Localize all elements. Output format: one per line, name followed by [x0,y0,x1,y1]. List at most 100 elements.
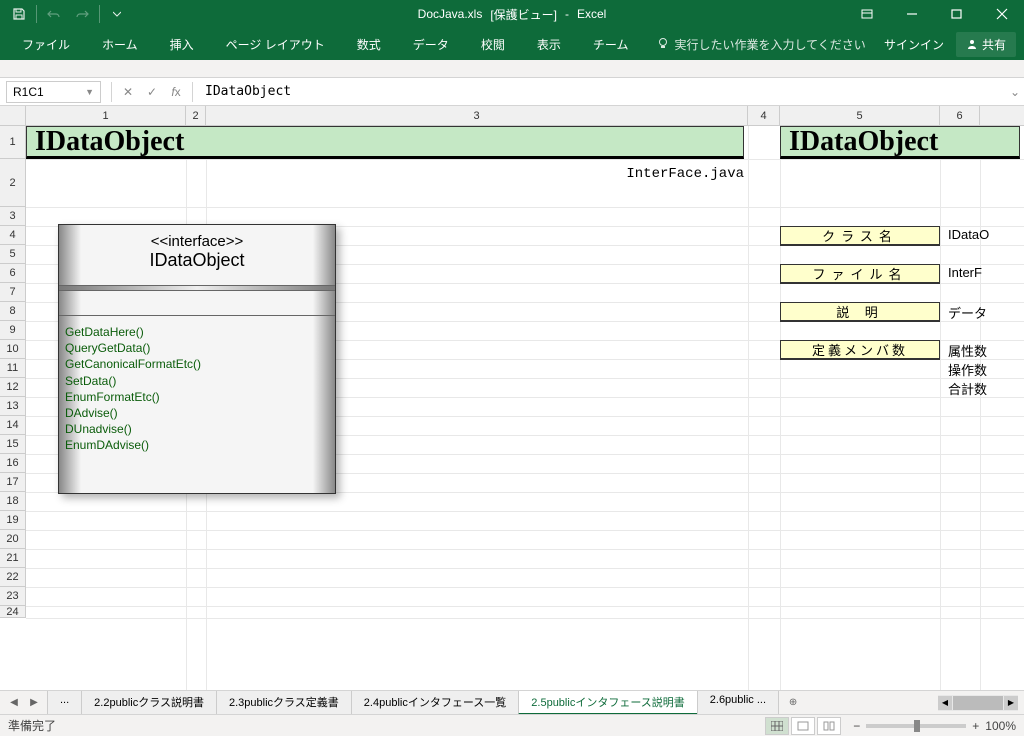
row-header[interactable]: 23 [0,587,25,606]
uml-methods: GetDataHere()QueryGetData()GetCanonicalF… [59,322,335,456]
sheet-tab[interactable]: 2.5publicインタフェース説明書 [518,691,697,715]
redo-button[interactable] [69,2,95,26]
spreadsheet-grid[interactable]: 123456 123456789101112131415161718192021… [0,106,1024,690]
zoom-out-button[interactable]: − [853,719,860,733]
page-layout-button[interactable] [791,717,815,735]
row-header[interactable]: 3 [0,207,25,226]
column-header[interactable]: 5 [780,106,940,125]
save-button[interactable] [6,2,32,26]
row-header[interactable]: 9 [0,321,25,340]
title-cell-right[interactable]: IDataObject [780,126,1020,159]
name-box[interactable]: R1C1 ▼ [6,81,101,103]
normal-view-button[interactable] [765,717,789,735]
row-header[interactable]: 5 [0,245,25,264]
window-controls [844,0,1024,28]
horizontal-scrollbar[interactable]: ◀ ▶ [938,695,1018,711]
page-break-button[interactable] [817,717,841,735]
share-button[interactable]: 共有 [956,32,1016,57]
row-header[interactable]: 11 [0,359,25,378]
sheet-tab[interactable]: 2.4publicインタフェース一覧 [351,691,519,715]
column-header[interactable]: 4 [748,106,780,125]
column-header[interactable]: 3 [206,106,748,125]
label-description[interactable]: 説 明 [780,302,940,322]
row-header[interactable]: 17 [0,473,25,492]
maximize-button[interactable] [934,0,979,28]
uml-class-name: IDataObject [59,250,335,271]
fx-button[interactable]: fx [164,81,188,103]
column-headers[interactable]: 123456 [26,106,1024,126]
close-button[interactable] [979,0,1024,28]
value-file-name[interactable]: InterF [944,264,986,281]
signin-link[interactable]: サインイン [884,36,944,53]
tab-view[interactable]: 表示 [523,30,575,59]
value-op-count[interactable]: 操作数 [944,359,991,380]
sheet-nav: ◀ ▶ [0,695,48,711]
value-description[interactable]: データ [944,302,991,323]
undo-button[interactable] [41,2,67,26]
tab-file[interactable]: ファイル [8,30,84,59]
row-header[interactable]: 13 [0,397,25,416]
row-header[interactable]: 18 [0,492,25,511]
column-header[interactable]: 1 [26,106,186,125]
formula-input[interactable] [197,81,1006,103]
sheet-tab[interactable]: ... [47,691,82,715]
row-header[interactable]: 19 [0,511,25,530]
row-header[interactable]: 15 [0,435,25,454]
zoom-in-button[interactable]: + [972,719,979,733]
value-class-name[interactable]: IDataO [944,226,993,243]
filename-cell[interactable]: InterFace.java [206,166,744,182]
sheet-nav-next[interactable]: ▶ [26,695,42,711]
cancel-formula-button[interactable]: ✕ [116,81,140,103]
scroll-left-icon[interactable]: ◀ [938,696,952,710]
tab-data[interactable]: データ [399,30,463,59]
column-header[interactable]: 6 [940,106,980,125]
value-attr-count[interactable]: 属性数 [944,340,991,361]
label-file-name[interactable]: ファイル名 [780,264,940,284]
title-bar: DocJava.xls [保護ビュー] - Excel [0,0,1024,28]
row-header[interactable]: 8 [0,302,25,321]
scroll-thumb[interactable] [953,696,1003,710]
row-header[interactable]: 20 [0,530,25,549]
row-headers[interactable]: 123456789101112131415161718192021222324 [0,126,26,618]
row-header[interactable]: 4 [0,226,25,245]
label-member-count[interactable]: 定義メンバ数 [780,340,940,360]
row-header[interactable]: 16 [0,454,25,473]
row-header[interactable]: 24 [0,606,25,618]
cells[interactable]: IDataObject IDataObject InterFace.java ク… [26,126,1024,690]
status-text: 準備完了 [8,717,56,734]
sheet-tab[interactable]: 2.2publicクラス説明書 [81,691,217,715]
row-header[interactable]: 21 [0,549,25,568]
select-all-corner[interactable] [0,106,26,126]
zoom-slider[interactable] [866,724,966,728]
tab-review[interactable]: 校閲 [467,30,519,59]
tab-page-layout[interactable]: ページ レイアウト [212,30,339,59]
sheet-tab[interactable]: 2.3publicクラス定義書 [216,691,352,715]
expand-formula-button[interactable]: ⌄ [1006,85,1024,99]
minimize-button[interactable] [889,0,934,28]
sheet-tab[interactable]: 2.6public ... [697,691,779,715]
new-sheet-button[interactable]: ⊕ [785,695,801,711]
value-total-count[interactable]: 合計数 [944,378,991,399]
enter-formula-button[interactable]: ✓ [140,81,164,103]
sheet-nav-prev[interactable]: ◀ [6,695,22,711]
row-header[interactable]: 12 [0,378,25,397]
tab-home[interactable]: ホーム [88,30,152,59]
tab-team[interactable]: チーム [579,30,643,59]
tab-insert[interactable]: 挿入 [156,30,208,59]
qat-customize-button[interactable] [104,2,130,26]
row-header[interactable]: 7 [0,283,25,302]
label-class-name[interactable]: クラス名 [780,226,940,246]
row-header[interactable]: 22 [0,568,25,587]
column-header[interactable]: 2 [186,106,206,125]
tab-formulas[interactable]: 数式 [343,30,395,59]
row-header[interactable]: 1 [0,126,25,159]
ribbon-display-button[interactable] [844,0,889,28]
row-header[interactable]: 6 [0,264,25,283]
title-cell-left[interactable]: IDataObject [26,126,744,159]
row-header[interactable]: 2 [0,159,25,207]
uml-diagram[interactable]: <<interface>> IDataObject GetDataHere()Q… [58,224,336,494]
scroll-right-icon[interactable]: ▶ [1004,696,1018,710]
tell-me-search[interactable]: 実行したい作業を入力してください [646,36,875,53]
row-header[interactable]: 14 [0,416,25,435]
row-header[interactable]: 10 [0,340,25,359]
